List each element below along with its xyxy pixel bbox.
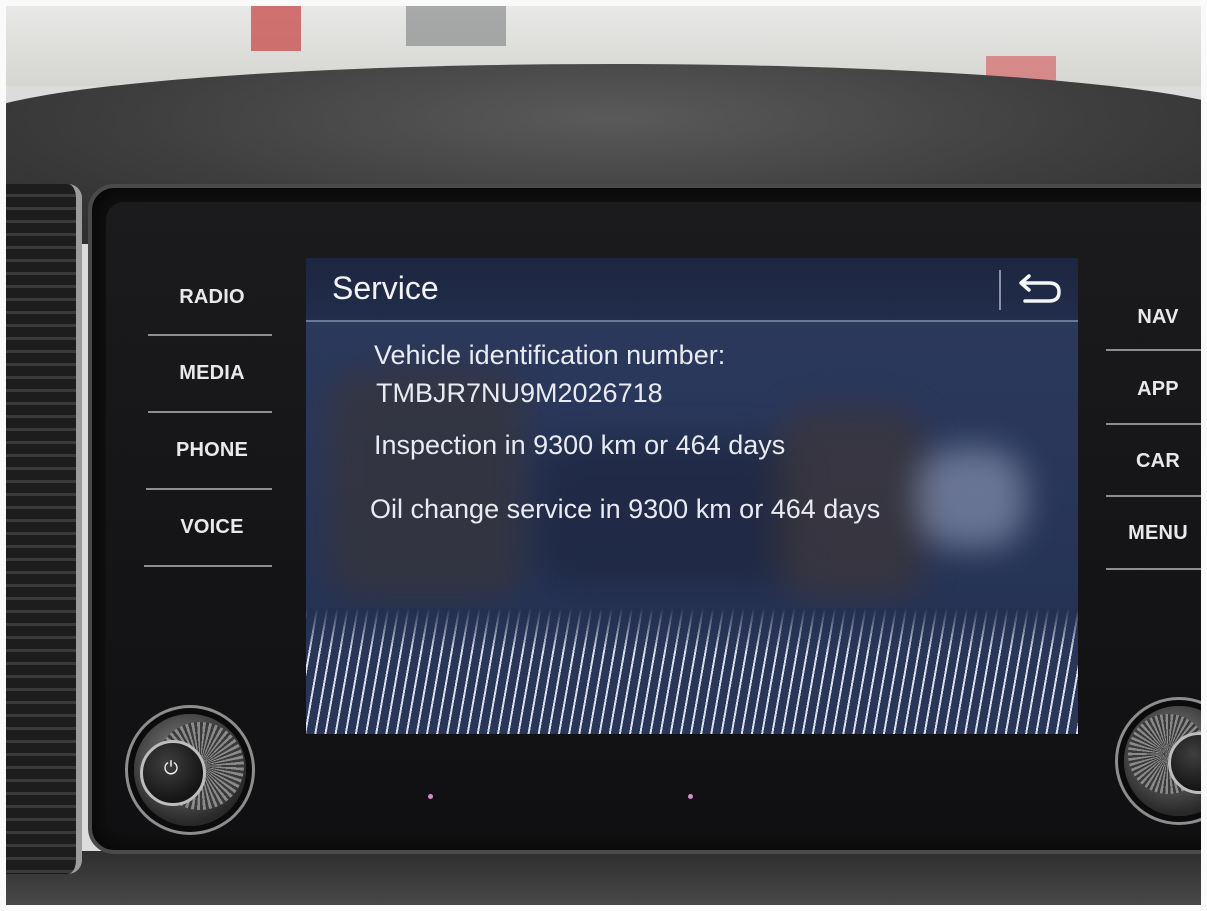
app-button[interactable]: APP	[1124, 378, 1192, 401]
header-divider	[999, 270, 1001, 310]
button-divider	[1106, 423, 1201, 425]
power-volume-knob[interactable]: ⏻	[134, 714, 246, 826]
decorative-stripes	[306, 608, 1078, 734]
touchscreen: Service Vehicle identification number: T…	[306, 258, 1078, 734]
screen-header: Service	[306, 258, 1078, 322]
nav-button[interactable]: NAV	[1124, 306, 1192, 329]
ceiling-red-object	[251, 6, 301, 51]
inspection-text: Inspection in 9300 km or 464 days	[374, 430, 786, 460]
return-arrow-icon	[1019, 274, 1061, 303]
button-divider	[148, 334, 272, 336]
button-divider	[144, 565, 272, 567]
indicator-dot	[688, 794, 693, 799]
button-divider	[1106, 495, 1201, 497]
vin-label: Vehicle identification number:	[374, 340, 726, 370]
phone-button[interactable]: PHONE	[166, 439, 258, 462]
media-button[interactable]: MEDIA	[166, 362, 258, 385]
screen-reflection	[916, 448, 1026, 548]
voice-button[interactable]: VOICE	[166, 516, 258, 539]
back-button[interactable]	[1009, 268, 1069, 312]
button-divider	[146, 488, 272, 490]
menu-button[interactable]: MENU	[1124, 522, 1192, 545]
car-button[interactable]: CAR	[1124, 450, 1192, 473]
screen-title: Service	[332, 270, 439, 306]
button-divider	[1106, 568, 1201, 570]
radio-button[interactable]: RADIO	[166, 286, 258, 309]
dashboard-bottom	[6, 851, 1201, 905]
button-divider	[1106, 349, 1201, 351]
button-divider	[148, 411, 272, 413]
ceiling-dark-object	[406, 6, 506, 46]
indicator-dot	[428, 794, 433, 799]
power-icon: ⏻	[163, 758, 179, 779]
air-vent	[6, 184, 82, 874]
vin-value: TMBJR7NU9M2026718	[376, 378, 663, 408]
oil-change-text: Oil change service in 9300 km or 464 day…	[370, 494, 881, 524]
photo-frame: RADIO MEDIA PHONE VOICE NAV APP CAR MENU…	[6, 6, 1201, 905]
